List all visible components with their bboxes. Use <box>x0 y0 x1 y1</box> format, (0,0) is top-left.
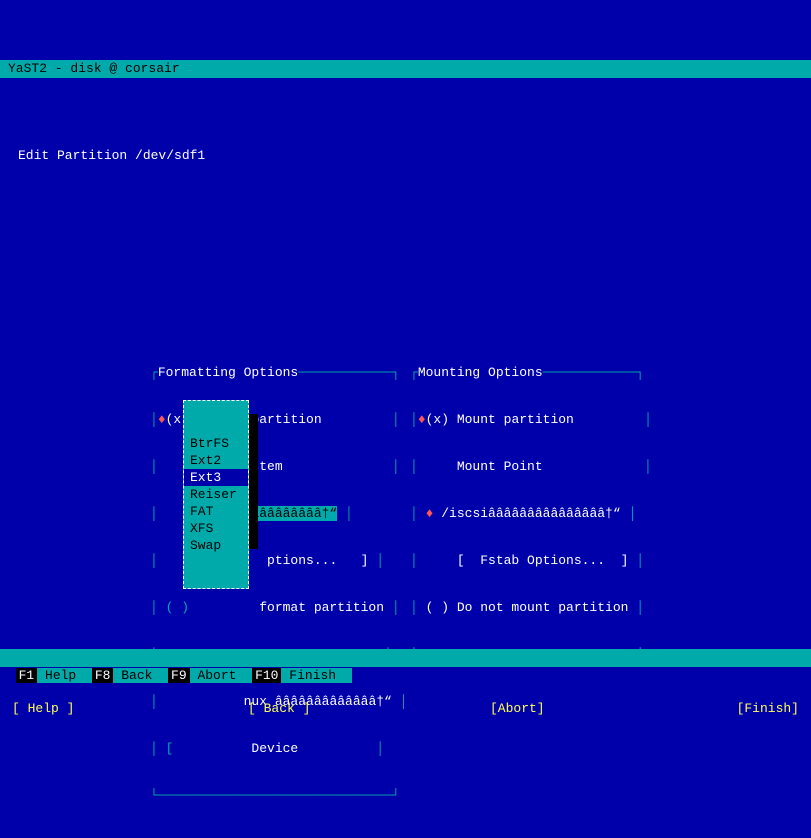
fkey-label-finish: Finish <box>281 668 351 683</box>
dropdown-item-xfs[interactable]: XFS <box>184 520 248 537</box>
main-area: Edit Partition /dev/sdf1 ┌Formatting Opt… <box>0 108 811 718</box>
bullet-icon: ♦ <box>418 412 426 427</box>
dropdown-item-fat[interactable]: FAT <box>184 503 248 520</box>
fkey-label-abort: Abort <box>190 668 252 683</box>
device-label: Device <box>251 741 298 756</box>
filesystem-dropdown[interactable]: BtrFSExt2Ext3ReiserFATXFSSwap <box>183 400 249 589</box>
finish-button[interactable]: [Finish] <box>737 701 799 716</box>
fkey-label-back: Back <box>113 668 168 683</box>
title-bar: YaST2 - disk @ corsair <box>0 60 811 78</box>
fkey-f9[interactable]: F9 <box>168 668 190 683</box>
fstab-options-button[interactable]: [ Fstab Options... ] <box>457 553 629 568</box>
fkey-f1[interactable]: F1 <box>16 668 38 683</box>
bullet-icon: ♦ <box>158 412 166 427</box>
fkey-f10[interactable]: F10 <box>252 668 281 683</box>
help-button[interactable]: [ Help ] <box>12 701 74 716</box>
no-mount-radio[interactable]: ( ) Do not mount partition <box>426 600 629 615</box>
mount-point-label: Mount Point <box>457 459 543 474</box>
dropdown-item-swap[interactable]: Swap <box>184 537 248 554</box>
options-button[interactable]: ptions... ] <box>267 553 368 568</box>
dropdown-item-ext3[interactable]: Ext3 <box>184 469 248 486</box>
abort-button[interactable]: [Abort] <box>490 701 545 716</box>
page-title: Edit Partition /dev/sdf1 <box>0 138 811 163</box>
dropdown-item-btrfs[interactable]: BtrFS <box>184 435 248 452</box>
fkey-f8[interactable]: F8 <box>92 668 114 683</box>
no-format-radio[interactable]: format partition <box>259 600 384 615</box>
fkey-label-help: Help <box>37 668 92 683</box>
mount-point-value[interactable]: /iscsiâââââââââââââââ†“ <box>441 506 620 521</box>
button-bar: [ Help ] [ Back ] [Abort] [Finish] <box>0 701 811 716</box>
back-button[interactable]: [ Back ] <box>248 701 310 716</box>
mounting-group: ┌Mounting Options────────────┐ │♦(x) Mou… <box>410 334 652 693</box>
mounting-group-label: Mounting Options <box>418 365 543 380</box>
formatting-group-label: Formatting Options <box>158 365 298 380</box>
dropdown-item-ext2[interactable]: Ext2 <box>184 452 248 469</box>
fkey-bar: F1 Help F8 Back F9 Abort F10 Finish <box>0 649 811 667</box>
dropdown-item-reiser[interactable]: Reiser <box>184 486 248 503</box>
mount-partition-radio[interactable]: (x) Mount partition <box>426 412 574 427</box>
